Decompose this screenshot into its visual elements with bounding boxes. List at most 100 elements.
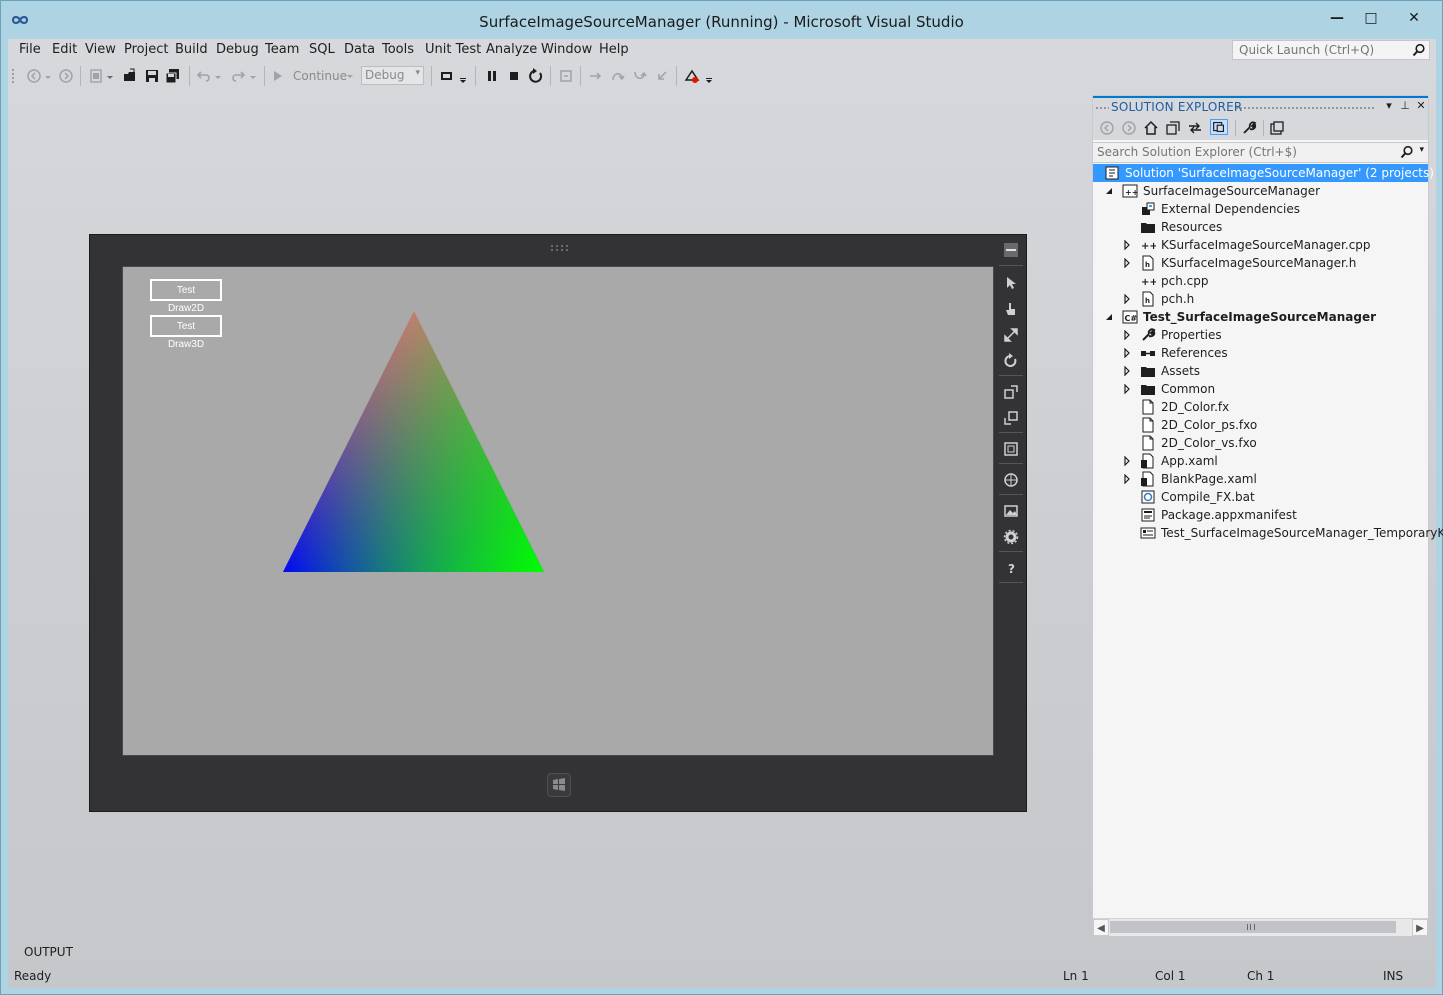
tree-item[interactable]: Package.appxmanifest	[1093, 506, 1428, 524]
open-file-icon[interactable]	[122, 68, 138, 84]
save-icon[interactable]	[144, 68, 160, 84]
navigate-forward-icon[interactable]	[58, 68, 74, 84]
gear-icon[interactable]	[1003, 529, 1019, 545]
scroll-right-icon[interactable]: ▶	[1412, 919, 1428, 936]
change-resolution-icon[interactable]	[1003, 441, 1019, 457]
back-dropdown-icon[interactable]	[44, 68, 52, 84]
simulator-screen[interactable]: Test Draw2D Test Draw3D	[122, 266, 994, 756]
pause-icon[interactable]	[484, 68, 500, 84]
solution-explorer-header[interactable]: SOLUTION EXPLORER ▾ ⊥ ✕	[1093, 96, 1428, 116]
toolbar-overflow-icon[interactable]	[705, 68, 713, 84]
tree-item[interactable]: External Dependencies	[1093, 200, 1428, 218]
attach-dropdown-icon[interactable]	[459, 68, 467, 84]
redo-icon[interactable]	[230, 68, 246, 84]
expanded-arrow-icon[interactable]	[1105, 186, 1113, 196]
menu-project[interactable]: Project	[124, 42, 168, 57]
menu-view[interactable]: View	[85, 42, 116, 57]
help-icon[interactable]: ?	[1003, 560, 1019, 576]
tree-item[interactable]: 2D_Color_ps.fxo	[1093, 416, 1428, 434]
tree-item[interactable]: Resources	[1093, 218, 1428, 236]
mouse-mode-icon[interactable]	[1003, 275, 1019, 291]
rotate-counterclockwise-icon[interactable]	[1003, 410, 1019, 426]
close-icon[interactable]: ✕	[1415, 100, 1427, 112]
collapsed-arrow-icon[interactable]	[1123, 348, 1131, 358]
scroll-left-icon[interactable]: ◀	[1093, 919, 1109, 936]
back-icon[interactable]	[1099, 120, 1115, 136]
collapsed-arrow-icon[interactable]	[1123, 294, 1131, 304]
search-icon[interactable]	[1400, 145, 1414, 159]
collapsed-arrow-icon[interactable]	[1123, 330, 1131, 340]
windows-start-button[interactable]	[547, 773, 571, 797]
step-into-icon[interactable]	[588, 68, 604, 84]
menu-sql[interactable]: SQL	[309, 42, 335, 57]
collapsed-arrow-icon[interactable]	[1123, 240, 1131, 250]
search-options-dropdown-icon[interactable]: ▾	[1419, 145, 1424, 155]
title-bar[interactable]: SurfaceImageSourceManager (Running) - Mi…	[1, 1, 1442, 39]
horizontal-scrollbar[interactable]: ◀ ▶	[1093, 918, 1428, 936]
step-back-icon[interactable]	[654, 68, 670, 84]
expanded-arrow-icon[interactable]	[1105, 312, 1113, 322]
menu-analyze[interactable]: Analyze	[486, 42, 537, 57]
menu-file[interactable]: File	[19, 42, 41, 57]
rotate-clockwise-icon[interactable]	[1003, 384, 1019, 400]
minimize-button[interactable]: —	[1322, 7, 1352, 29]
save-all-icon[interactable]	[165, 68, 181, 84]
menu-window[interactable]: Window	[541, 42, 592, 57]
show-all-files-icon[interactable]	[1209, 119, 1229, 135]
tree-item[interactable]: h KSurfaceImageSourceManager.h	[1093, 254, 1428, 272]
scrollbar-thumb[interactable]	[1110, 921, 1396, 933]
tree-item[interactable]: 2D_Color_vs.fxo	[1093, 434, 1428, 452]
tree-item[interactable]: Test_SurfaceImageSourceManager_Temporary…	[1093, 524, 1443, 542]
menu-build[interactable]: Build	[175, 42, 208, 57]
menu-help[interactable]: Help	[599, 42, 629, 57]
solution-configuration-select[interactable]: Debug ▾	[361, 66, 424, 85]
tree-item[interactable]: ++ pch.cpp	[1093, 272, 1428, 290]
simulator-drag-grip-icon[interactable]	[549, 244, 569, 252]
close-button[interactable]: ✕	[1390, 7, 1438, 29]
menu-edit[interactable]: Edit	[52, 42, 77, 57]
tree-item[interactable]: BlankPage.xaml	[1093, 470, 1428, 488]
sync-icon[interactable]	[1187, 120, 1203, 136]
tree-item[interactable]: Common	[1093, 380, 1428, 398]
collapsed-arrow-icon[interactable]	[1123, 384, 1131, 394]
pinch-zoom-icon[interactable]	[1003, 327, 1019, 343]
new-project-icon[interactable]	[88, 68, 104, 84]
menu-data[interactable]: Data	[344, 42, 375, 57]
properties-wrench-icon[interactable]	[1241, 120, 1257, 136]
navigate-back-icon[interactable]	[26, 68, 42, 84]
tree-item[interactable]: ++ KSurfaceImageSourceManager.cpp	[1093, 236, 1428, 254]
preview-selected-icon[interactable]	[1269, 120, 1285, 136]
collapsed-arrow-icon[interactable]	[1123, 366, 1131, 376]
redo-dropdown-icon[interactable]	[249, 68, 257, 84]
collapsed-arrow-icon[interactable]	[1123, 456, 1131, 466]
tree-item[interactable]: App.xaml	[1093, 452, 1428, 470]
minimize-simulator-icon[interactable]	[1003, 242, 1019, 258]
restart-icon[interactable]	[528, 68, 544, 84]
continue-button-label[interactable]: Continue	[293, 69, 347, 83]
tree-item[interactable]: ++ SurfaceImageSourceManager	[1093, 182, 1428, 200]
menu-debug[interactable]: Debug	[216, 42, 259, 57]
maximize-button[interactable]: □	[1356, 7, 1386, 29]
home-icon[interactable]	[1143, 120, 1159, 136]
test-draw3d-button[interactable]: Test Draw3D	[150, 315, 222, 350]
step-out-icon[interactable]	[632, 68, 648, 84]
step-over-icon[interactable]	[610, 68, 626, 84]
touch-mode-icon[interactable]	[1003, 301, 1019, 317]
continue-play-icon[interactable]	[272, 68, 284, 84]
collapsed-arrow-icon[interactable]	[1123, 474, 1131, 484]
tree-item[interactable]: Properties	[1093, 326, 1428, 344]
menu-unit-test[interactable]: Unit Test	[425, 42, 481, 57]
pin-icon[interactable]: ⊥	[1399, 100, 1411, 112]
collapse-all-icon[interactable]	[1165, 120, 1181, 136]
tree-item[interactable]: Solution 'SurfaceImageSourceManager' (2 …	[1093, 164, 1434, 182]
search-icon[interactable]	[1412, 43, 1426, 57]
undo-icon[interactable]	[196, 68, 212, 84]
tree-item[interactable]: Compile_FX.bat	[1093, 488, 1428, 506]
toolbar-grip-icon[interactable]	[11, 68, 15, 84]
tree-item[interactable]: References	[1093, 344, 1428, 362]
undo-dropdown-icon[interactable]	[214, 68, 222, 84]
tree-item[interactable]: Assets	[1093, 362, 1428, 380]
set-location-icon[interactable]	[1003, 472, 1019, 488]
new-dropdown-icon[interactable]	[106, 68, 114, 84]
menu-tools[interactable]: Tools	[382, 42, 414, 57]
